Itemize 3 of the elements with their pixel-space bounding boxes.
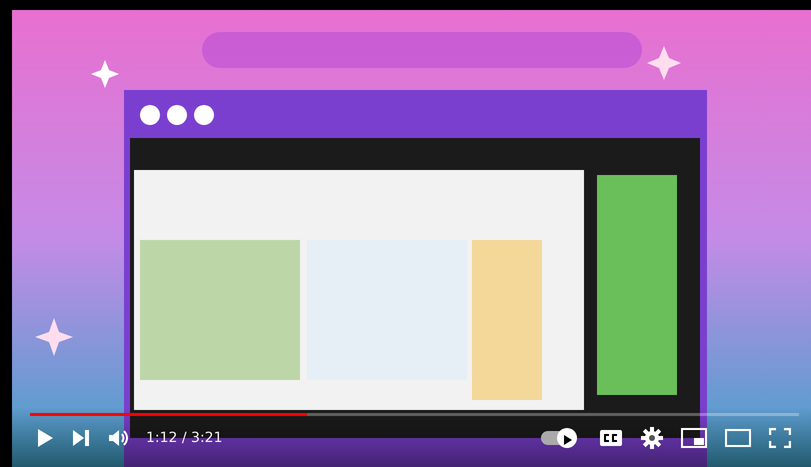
settings-button[interactable] [639,424,665,452]
progress-bar[interactable] [30,413,799,416]
time-display: 1:12 / 3:21 [146,428,222,448]
